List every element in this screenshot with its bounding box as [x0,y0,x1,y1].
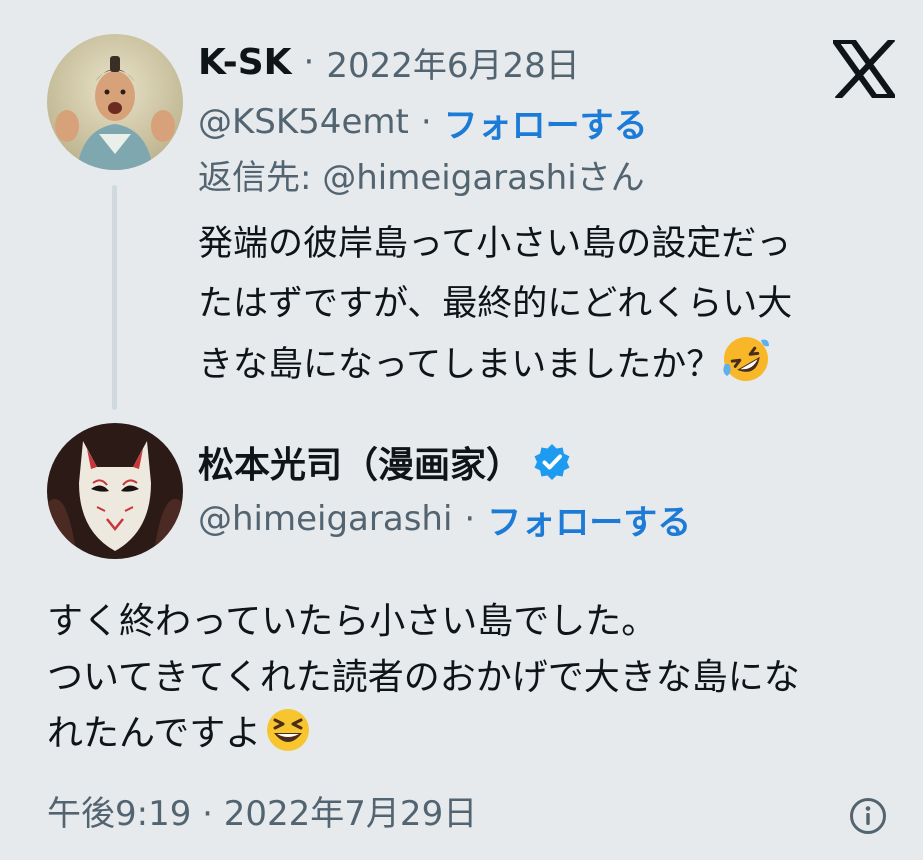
author-name[interactable]: 松本光司（漫画家） [198,436,522,488]
x-logo-icon[interactable] [833,40,895,98]
tweet-text-line: れたんですよ [47,713,262,754]
reply-to-label[interactable]: 返信先: @himeigarashiさん [198,156,645,200]
author-handle[interactable]: @himeigarashi [198,499,452,539]
tweet-timestamp[interactable]: 午後9:19 · 2022年7月29日 [47,792,477,836]
verified-badge-icon[interactable] [532,442,572,482]
tweet-text: 発端の彼岸島って小さい島の設定だっ たはずですが、最終的にどれくらい大 きな島に… [198,214,792,395]
grinning-squinting-emoji-icon [267,709,310,751]
separator: · [464,499,476,539]
info-icon[interactable] [848,796,888,836]
rolling-laughing-emoji-icon [723,337,770,381]
reply-handle-row: @KSK54emt · フォローする [198,98,648,147]
main-header: 松本光司（漫画家） [198,440,572,486]
tweet-text-line: ついてきてくれた読者のおかげで大きな島にな [47,657,800,698]
author-name[interactable]: K-SK [198,42,292,83]
tweet-text-line: きな島になってしまいましたか？ [198,345,722,385]
thread-connector-line [112,185,117,410]
avatar[interactable] [47,423,183,559]
avatar[interactable] [47,34,183,170]
tweet-text: すく終わっていたら小さい島でした。 ついてきてくれた読者のおかげで大きな島にな … [47,594,800,762]
tweet-text-line: 発端の彼岸島って小さい島の設定だっ [198,224,792,264]
author-avatar-image [47,423,183,559]
separator: · [420,102,432,142]
separator: · [303,42,315,82]
follow-button[interactable]: フォローする [444,98,648,147]
follow-button[interactable]: フォローする [487,495,691,544]
tweet-text-line: すく終わっていたら小さい島でした。 [47,601,658,642]
author-handle[interactable]: @KSK54emt [198,102,409,142]
tweet-date[interactable]: 2022年6月28日 [326,38,579,87]
reply-header: K-SK · 2022年6月28日 [198,38,580,87]
main-handle-row: @himeigarashi · フォローする [198,495,691,544]
tweet-text-line: たはずですが、最終的にどれくらい大 [198,284,793,324]
author-avatar-image [47,34,183,170]
